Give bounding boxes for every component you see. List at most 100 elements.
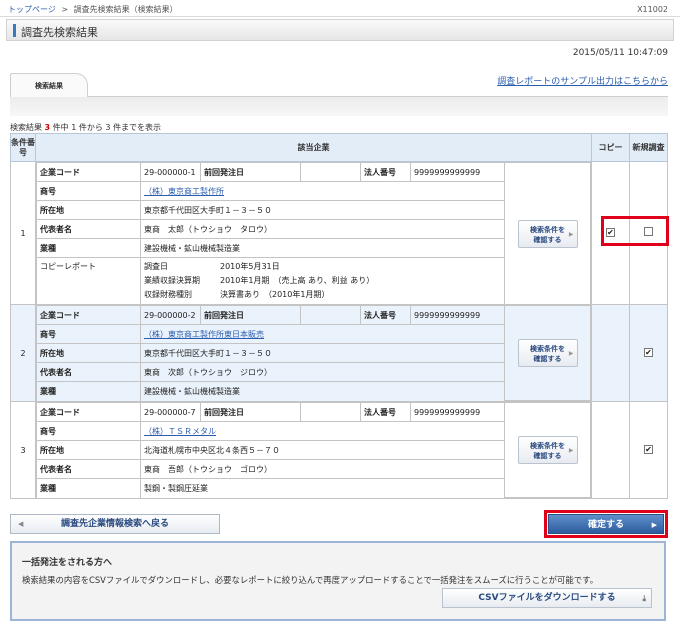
tab-strip <box>10 96 668 116</box>
company-code: 29-000000-2 <box>140 305 201 325</box>
tab-results[interactable]: 検索結果 <box>10 73 88 97</box>
label-copy-report: コピーレポート <box>36 257 141 304</box>
cond-button-line1: 検索条件を <box>530 345 565 353</box>
label-industry: 業種 <box>36 478 141 498</box>
arrow-right-icon: ▶ <box>568 230 574 238</box>
result-count: 検索結果 3 件中 1 件から 3 件までを表示 <box>10 122 161 133</box>
prev-date <box>300 402 361 422</box>
label-name: 商号 <box>36 324 141 344</box>
cond-button-line1: 検索条件を <box>530 442 565 450</box>
label-rep: 代表者名 <box>36 459 141 479</box>
company-rep: 東商 吾郎（トウショウ ゴロウ） <box>140 459 505 479</box>
cond-button-line2: 確認する <box>533 235 562 244</box>
company-name-link[interactable]: （株）ＴＳＲメタル <box>144 427 216 436</box>
row-number: 1 <box>10 161 36 305</box>
company-address: 東京都千代田区大手町１－３－５０ <box>140 200 505 220</box>
company-code: 29-000000-7 <box>140 402 201 422</box>
prev-date <box>300 162 361 182</box>
survey-date: 2010年5月31日 <box>220 262 280 271</box>
company-name-link[interactable]: （株）東京商工製作所東日本販売 <box>144 330 264 339</box>
company-rep: 東商 太郎（トウショウ タロウ） <box>140 219 505 239</box>
label-prev: 前回発注日 <box>200 402 301 422</box>
table-row: 3 企業コード 29-000000-7 前回発注日 法人番号 999999999… <box>10 401 668 499</box>
bulk-heading: 一括発注をされる方へ <box>22 558 113 568</box>
arrow-right-icon: ▶ <box>568 350 574 357</box>
label-rep: 代表者名 <box>36 219 141 239</box>
label-fiscal: 業績収録決算期 <box>144 276 200 285</box>
financial-type: 決算書あり （2010年1月期） <box>220 290 330 299</box>
download-icon: ⤓ <box>642 594 646 603</box>
table-row: 2 企業コード 29-000000-2 前回発注日 法人番号 999999999… <box>10 304 668 402</box>
company-detail: 企業コード 29-000000-2 前回発注日 法人番号 99999999999… <box>36 305 591 401</box>
bulk-order-panel: 一括発注をされる方へ 検索結果の内容をCSVファイルでダウンロードし、必要なレポ… <box>10 541 666 621</box>
new-survey-checkbox[interactable]: ✔ <box>644 445 653 454</box>
highlight-box <box>601 216 669 246</box>
header-num: 条件番号 <box>10 133 36 162</box>
corp-number: 9999999999999 <box>410 402 505 422</box>
new-survey-checkbox[interactable]: ✔ <box>644 348 653 357</box>
table-header: 条件番号 該当企業 コピー 新規調査 <box>10 133 668 162</box>
breadcrumb-separator: > <box>61 5 69 14</box>
label-rep: 代表者名 <box>36 362 141 382</box>
sample-report-link[interactable]: 調査レポートのサンプル出力はこちらから <box>497 74 668 87</box>
top-bar: トップページ > 調査先検索結果（検索結果） X11002 <box>0 0 680 17</box>
breadcrumb-home-link[interactable]: トップページ <box>8 5 56 14</box>
company-name-link[interactable]: （株）東京商工製作所 <box>144 187 224 196</box>
cond-button-line2: 確認する <box>533 355 562 363</box>
cond-button-line2: 確認する <box>533 452 562 460</box>
check-condition-button[interactable]: 検索条件を 確認する ▶ <box>517 219 578 248</box>
arrow-right-icon: ▶ <box>568 447 574 454</box>
label-prev: 前回発注日 <box>200 305 301 325</box>
company-industry: 製鋼・製鋼圧延業 <box>140 478 505 498</box>
datetime: 2015/05/11 10:47:09 <box>572 48 668 58</box>
label-addr: 所在地 <box>36 440 141 460</box>
row-number: 2 <box>10 304 36 402</box>
csv-download-button[interactable]: CSVファイルをダウンロードする ⤓ <box>442 588 652 608</box>
check-condition-button[interactable]: 検索条件を 確認する ▶ <box>517 436 578 464</box>
header-company: 該当企業 <box>35 133 592 162</box>
label-corp: 法人番号 <box>360 402 411 422</box>
fiscal-period: 2010年1月期 （売上高 あり、利益 あり） <box>220 276 375 285</box>
cond-button-line1: 検索条件を <box>530 225 565 234</box>
company-rep: 東商 次郎（トウショウ ジロウ） <box>140 362 505 382</box>
label-prev: 前回発注日 <box>200 162 301 182</box>
label-name: 商号 <box>36 181 141 201</box>
company-address: 東京都千代田区大手町１－３－５０ <box>140 343 505 363</box>
title-accent <box>13 24 16 37</box>
csv-button-label: CSVファイルをダウンロードする <box>478 593 616 603</box>
corp-number: 9999999999999 <box>410 305 505 325</box>
label-code: 企業コード <box>36 402 141 422</box>
bulk-description: 検索結果の内容をCSVファイルでダウンロードし、必要なレポートに絞り込んで再度ア… <box>22 575 599 585</box>
page-title: 調査先検索結果 <box>21 26 98 39</box>
label-fin: 収録財務種別 <box>144 290 192 299</box>
check-condition-button[interactable]: 検索条件を 確認する ▶ <box>517 339 578 367</box>
label-code: 企業コード <box>36 162 141 182</box>
header-new: 新規調査 <box>629 133 668 162</box>
label-addr: 所在地 <box>36 343 141 363</box>
header-copy: コピー <box>591 133 630 162</box>
prev-date <box>300 305 361 325</box>
label-code: 企業コード <box>36 305 141 325</box>
company-industry: 建設機械・鉱山機械製造業 <box>140 238 505 258</box>
result-count-suffix: 件中 1 件から 3 件までを表示 <box>52 123 162 132</box>
title-bar: 調査先検索結果 <box>6 19 674 41</box>
back-to-search-button[interactable]: ◀ 調査先企業情報検索へ戻る <box>10 514 220 534</box>
company-detail: 企業コード 29-000000-1 前回発注日 法人番号 99999999999… <box>36 162 591 304</box>
back-button-label: 調査先企業情報検索へ戻る <box>60 519 169 529</box>
company-code: 29-000000-1 <box>140 162 201 182</box>
confirm-button[interactable]: 確定する ▶ <box>548 514 664 534</box>
page-id: X11002 <box>637 5 668 14</box>
label-survey-date: 調査日 <box>144 262 168 271</box>
company-industry: 建設機械・鉱山機械製造業 <box>140 381 505 401</box>
label-industry: 業種 <box>36 238 141 258</box>
breadcrumb: トップページ > 調査先検索結果（検索結果） <box>8 4 178 15</box>
label-corp: 法人番号 <box>360 162 411 182</box>
results-table: 条件番号 該当企業 コピー 新規調査 1 企業コード 29-000000-1 前… <box>10 133 668 499</box>
corp-number: 9999999999999 <box>410 162 505 182</box>
row-number: 3 <box>10 401 36 499</box>
company-address: 北海道札幌市中央区北４条西５－７０ <box>140 440 505 460</box>
arrow-left-icon: ◀ <box>18 520 24 528</box>
breadcrumb-current: 調査先検索結果（検索結果） <box>73 5 178 14</box>
label-name: 商号 <box>36 421 141 441</box>
label-corp: 法人番号 <box>360 305 411 325</box>
